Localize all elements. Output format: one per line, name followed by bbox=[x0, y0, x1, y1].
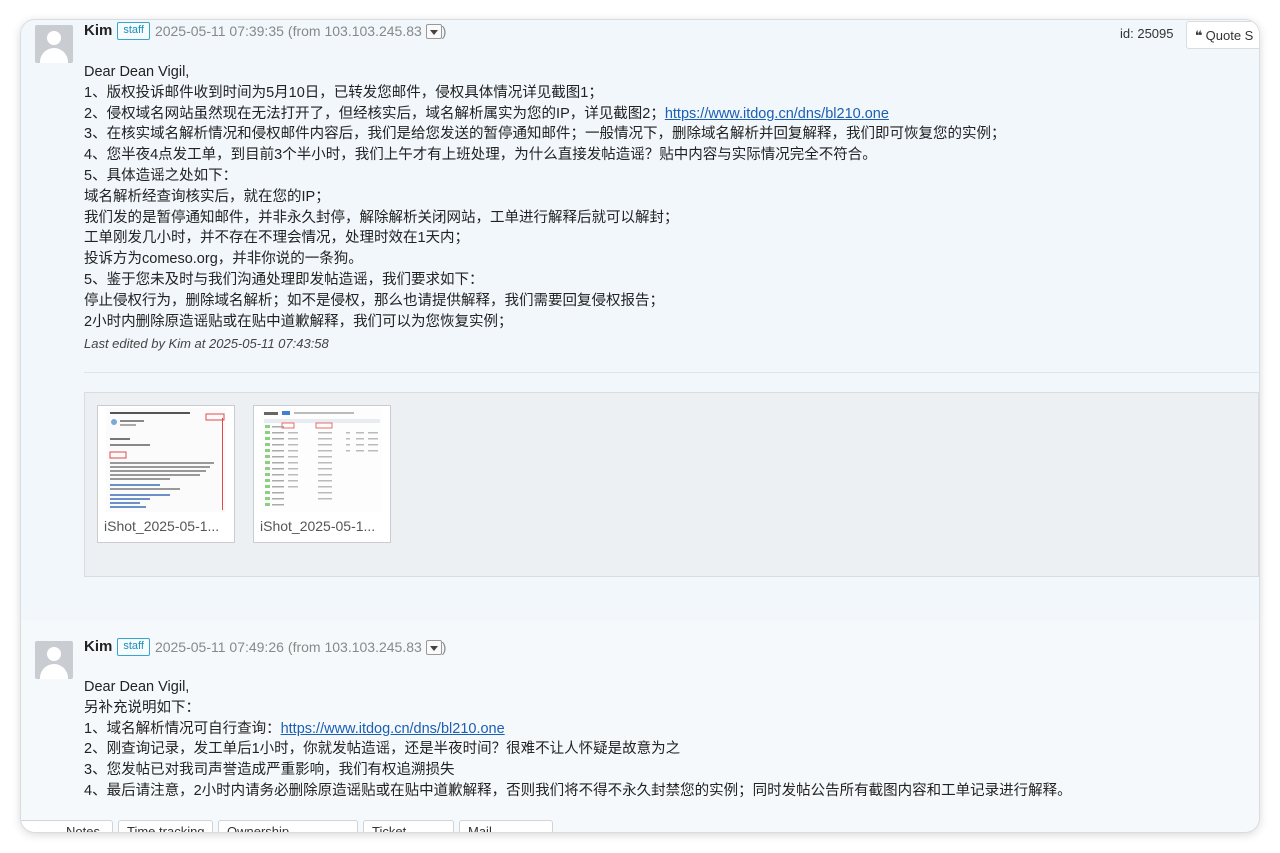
quote-label: Quote S bbox=[1205, 28, 1254, 43]
attachments-panel: iShot_2025-05-1... iShot_2025-05-1... bbox=[84, 392, 1259, 577]
body-line: Dear Dean Vigil, bbox=[84, 679, 190, 695]
ticket-post: Kim staff 2025-05-11 07:49:26 (from 103.… bbox=[21, 620, 1259, 832]
post-meta: Kim staff 2025-05-11 07:39:35 (from 103.… bbox=[84, 20, 446, 42]
image-thumbnail bbox=[262, 408, 382, 512]
post-timestamp: 2025-05-11 07:39:35 bbox=[154, 23, 284, 39]
body-line-text: 2、侵权域名网站虽然现在无法打开了，但经核实后，域名解析属实为您的IP，详见截图… bbox=[84, 105, 665, 122]
staff-badge: staff bbox=[117, 22, 150, 40]
attachment-thumbnail[interactable]: iShot_2025-05-1... bbox=[253, 405, 391, 543]
post-id: id: 25095 bbox=[1120, 26, 1174, 41]
body-line: 2小时内删除原造谣贴或在贴中道歉解释，我们可以为您恢复实例； bbox=[84, 313, 513, 330]
body-line: 停止侵权行为，删除域名解析；如不是侵权，那么也请提供解释，我们需要回复侵权报告； bbox=[84, 292, 664, 309]
body-line: 工单刚发几小时，并不存在不理会情况，处理时效在1天内； bbox=[84, 230, 470, 247]
body-line: 我们发的是暂停通知邮件，并非永久封停，解除解析关闭网站，工单进行解释后就可以解封… bbox=[84, 209, 679, 226]
user-avatar-icon bbox=[35, 641, 73, 679]
body-line: 4、您半夜4点发工单，到目前3个半小时，我们上午才有上班处理，为什么直接发帖造谣… bbox=[84, 147, 877, 164]
body-line: 5、具体造谣之处如下： bbox=[84, 167, 238, 184]
tab-notes[interactable]: Notes bbox=[21, 820, 113, 832]
dns-link[interactable]: https://www.itdog.cn/dns/bl210.one bbox=[665, 106, 889, 122]
bottom-tab-bar: Notes Time tracking Ownership Ticket Mai… bbox=[21, 820, 1259, 832]
tab-time-tracking[interactable]: Time tracking bbox=[118, 820, 213, 832]
tab-ticket[interactable]: Ticket bbox=[363, 820, 454, 832]
close-paren: ) bbox=[441, 639, 447, 655]
app-window: Kim staff 2025-05-11 07:39:35 (from 103.… bbox=[21, 20, 1259, 832]
author-name[interactable]: Kim bbox=[84, 20, 112, 42]
quote-icon: ❝ bbox=[1195, 28, 1203, 43]
body-line: 1、域名解析情况可自行查询：https://www.itdog.cn/dns/b… bbox=[84, 719, 1244, 740]
body-line: 2、刚查询记录，发工单后1小时，你就发帖造谣，还是半夜时间？很难不让人怀疑是故意… bbox=[84, 741, 681, 758]
dns-link[interactable]: https://www.itdog.cn/dns/bl210.one bbox=[281, 721, 505, 737]
body-line-text: 1、域名解析情况可自行查询： bbox=[84, 720, 281, 737]
quote-button[interactable]: ❝ Quote S bbox=[1186, 21, 1259, 49]
body-line: Dear Dean Vigil, bbox=[84, 64, 190, 80]
body-line: 1、版权投诉邮件收到时间为5月10日，已转发您邮件，侵权具体情况详见截图1； bbox=[84, 84, 603, 101]
tab-mail[interactable]: Mail bbox=[459, 820, 553, 832]
author-name[interactable]: Kim bbox=[84, 636, 112, 658]
caret-down-icon[interactable] bbox=[425, 639, 442, 655]
body-line: 3、您发帖已对我司声誉造成严重影响，我们有权追溯损失 bbox=[84, 762, 455, 779]
divider bbox=[84, 372, 1259, 373]
close-paren: ) bbox=[441, 23, 447, 39]
body-line: 5、鉴于您未及时与我们沟通处理即发帖造谣，我们要求如下： bbox=[84, 271, 484, 288]
tab-ownership[interactable]: Ownership bbox=[218, 820, 358, 832]
last-edited-note: Last edited by Kim at 2025-05-11 07:43:5… bbox=[84, 336, 329, 351]
user-avatar-icon bbox=[35, 25, 73, 63]
body-line: 3、在核实域名解析情况和侵权邮件内容后，我们是给您发送的暂停通知邮件；一般情况下… bbox=[84, 126, 1006, 143]
caret-down-icon[interactable] bbox=[425, 23, 442, 39]
post-source-ip: (from 103.103.245.83 bbox=[287, 23, 422, 39]
body-line: 2、侵权域名网站虽然现在无法打开了，但经核实后，域名解析属实为您的IP，详见截图… bbox=[84, 104, 1244, 125]
staff-badge: staff bbox=[117, 638, 150, 656]
body-line: 域名解析经查询核实后，就在您的IP； bbox=[84, 188, 330, 205]
post-body: Dear Dean Vigil, 另补充说明如下： 1、域名解析情况可自行查询：… bbox=[84, 677, 1244, 802]
post-source-ip: (from 103.103.245.83 bbox=[287, 639, 422, 655]
attachment-thumbnail[interactable]: iShot_2025-05-1... bbox=[97, 405, 235, 543]
body-line: 另补充说明如下： bbox=[84, 699, 200, 716]
image-thumbnail bbox=[106, 408, 226, 512]
ticket-post: Kim staff 2025-05-11 07:39:35 (from 103.… bbox=[21, 20, 1259, 620]
body-line: 4、最后请注意，2小时内请务必删除原造谣贴或在贴中道歉解释，否则我们将不得不永久… bbox=[84, 782, 1072, 799]
post-timestamp: 2025-05-11 07:49:26 bbox=[154, 639, 284, 655]
attachment-filename: iShot_2025-05-1... bbox=[260, 518, 376, 534]
post-meta: Kim staff 2025-05-11 07:49:26 (from 103.… bbox=[84, 636, 446, 658]
body-line: 投诉方为comeso.org，并非你说的一条狗。 bbox=[84, 251, 363, 268]
attachment-filename: iShot_2025-05-1... bbox=[104, 518, 220, 534]
post-body: Dear Dean Vigil, 1、版权投诉邮件收到时间为5月10日，已转发您… bbox=[84, 62, 1244, 332]
